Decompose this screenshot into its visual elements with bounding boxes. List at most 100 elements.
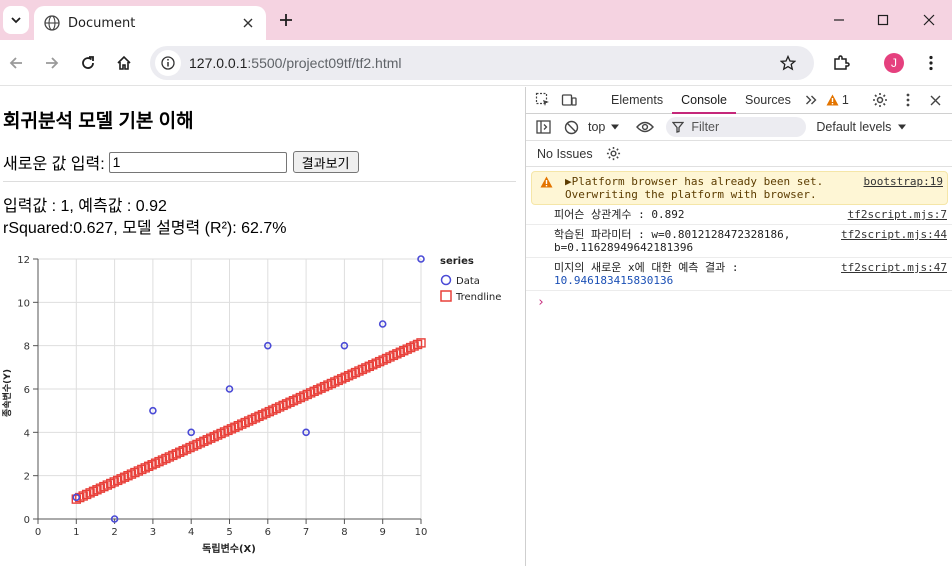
url-path: :5500/project09tf/tf2.html [247,55,402,71]
live-expression-button[interactable] [634,116,656,138]
y-tick-label: 12 [17,255,30,266]
address-bar[interactable]: 127.0.0.1:5500/project09tf/tf2.html [150,46,814,80]
tab-console[interactable]: Console [672,87,736,114]
minimize-button[interactable] [827,8,851,32]
context-selector[interactable]: top [588,120,620,134]
info-icon [161,56,175,70]
legend-data-label: Data [456,276,480,287]
new-tab-button[interactable] [276,10,296,30]
clear-console-button[interactable] [560,116,582,138]
browser-menu-button[interactable] [919,51,943,75]
console-log[interactable]: 미지의 새로운 x에 대한 예측 결과 : 10.946183415830136… [526,258,952,291]
value-input[interactable] [108,151,287,173]
warning-source-link[interactable]: bootstrap:19 [864,175,943,188]
context-label: top [588,120,606,134]
browser-toolbar: 127.0.0.1:5500/project09tf/tf2.html J [0,40,952,86]
warning-icon [540,176,553,188]
device-icon [561,94,577,106]
regression-chart: 0 1 2 3 4 5 6 7 8 9 10024681012 독립변수(X) 종속변수(Y) se… [1,255,501,555]
arrow-left-icon [9,57,22,69]
double-chevron-right-icon [805,95,817,105]
tab-close-button[interactable] [238,13,258,33]
filter-placeholder: Filter [691,120,720,134]
filter-input[interactable]: Filter [666,117,807,137]
inspect-element-button[interactable] [532,89,554,111]
x-tick-label: 3 [150,527,156,538]
globe-icon [44,15,60,31]
log-source-link[interactable]: tf2script.mjs:47 [841,261,947,274]
inspect-icon [535,92,549,106]
show-result-button[interactable]: 결과보기 [292,151,359,173]
tab-elements[interactable]: Elements [602,87,672,114]
warning-icon [826,94,839,106]
gear-icon [607,146,621,161]
console-toolbar: top Filter Default levels [526,114,952,141]
plus-icon [280,14,292,26]
url-text: 127.0.0.1:5500/project09tf/tf2.html [189,55,776,71]
console-log[interactable]: 학습된 파라미터 : w=0.8012128472328186, b=0.116… [526,225,952,258]
home-button[interactable] [112,51,136,75]
console-log[interactable]: 피어슨 상관계수 : 0.892 tf2script.mjs:7 [526,205,952,225]
devtools-menu-button[interactable] [897,89,919,111]
console-warning[interactable]: ▶Platform browser has already been set. … [531,171,948,205]
prediction-result: 입력값 : 1, 예측값 : 0.92 [3,198,167,215]
maximize-icon [877,14,889,26]
issues-bar: No Issues [526,141,952,167]
arrow-right-icon [46,57,59,69]
sidebar-icon [535,120,551,134]
back-button[interactable] [4,51,28,75]
eye-icon [636,121,655,133]
star-icon [780,55,796,71]
y-tick-label: 4 [24,428,30,439]
sidebar-toggle-button[interactable] [532,116,554,138]
extensions-button[interactable] [829,51,853,75]
console-prompt[interactable]: › [526,291,952,314]
home-icon [117,55,131,70]
tab-strip: Document [0,0,952,40]
window-close-button[interactable] [917,8,941,32]
tab-search-button[interactable] [3,6,29,34]
y-axis-label: 종속변수(Y) [1,369,13,417]
caret-down-icon [611,124,620,130]
devtools-tabbar: Elements Console Sources 1 [526,87,952,114]
log-source-link[interactable]: tf2script.mjs:7 [848,208,947,221]
y-tick-label: 10 [17,298,30,309]
issues-counter[interactable]: 1 [826,93,849,107]
legend-trendline-marker [440,290,452,302]
chart-container: 0 1 2 3 4 5 6 7 8 9 10 0 2 4 6 8 10 12 독립변수(X) 종속변수(Y) se… [0,247,525,557]
x-tick-label: 1 [73,527,79,538]
log-value: 10.946183415830136 [554,274,674,287]
divider [3,181,516,182]
x-tick-label: 8 [341,527,347,538]
reload-button[interactable] [76,51,100,75]
chart-legend: series Data Trendline [440,256,501,303]
forward-button[interactable] [40,51,64,75]
legend-data-marker [440,274,452,286]
x-tick-label: 7 [303,527,309,538]
tab-title: Document [68,15,136,31]
log-source-link[interactable]: tf2script.mjs:44 [841,228,947,241]
browser-tab[interactable]: Document [34,6,266,40]
profile-avatar[interactable]: J [884,53,904,73]
bookmark-button[interactable] [776,51,800,75]
rsquared-result: rSquared:0.627, 모델 설명력 (R²): 62.7% [3,220,287,237]
console-messages: ▶Platform browser has already been set. … [526,168,952,314]
log-levels-label: Default levels [816,120,892,134]
page-title: 회귀분석 모델 기본 이해 [3,111,194,132]
site-info-button[interactable] [155,50,181,76]
no-issues-label[interactable]: No Issues [537,147,593,161]
devtools-close-button[interactable] [925,89,947,111]
block-icon [564,120,578,134]
x-tick-label: 4 [188,527,194,538]
devtools-settings-button[interactable] [869,89,891,111]
input-label: 새로운 값 입력: [3,156,105,173]
tab-sources[interactable]: Sources [736,87,800,114]
console-settings-button[interactable] [603,143,625,165]
x-tick-label: 9 [380,527,386,538]
issues-count: 1 [841,93,849,107]
device-toolbar-button[interactable] [558,89,580,111]
y-tick-label: 6 [24,385,30,396]
log-levels-selector[interactable]: Default levels [816,120,907,134]
maximize-button[interactable] [871,8,895,32]
more-tabs-button[interactable] [800,89,822,111]
